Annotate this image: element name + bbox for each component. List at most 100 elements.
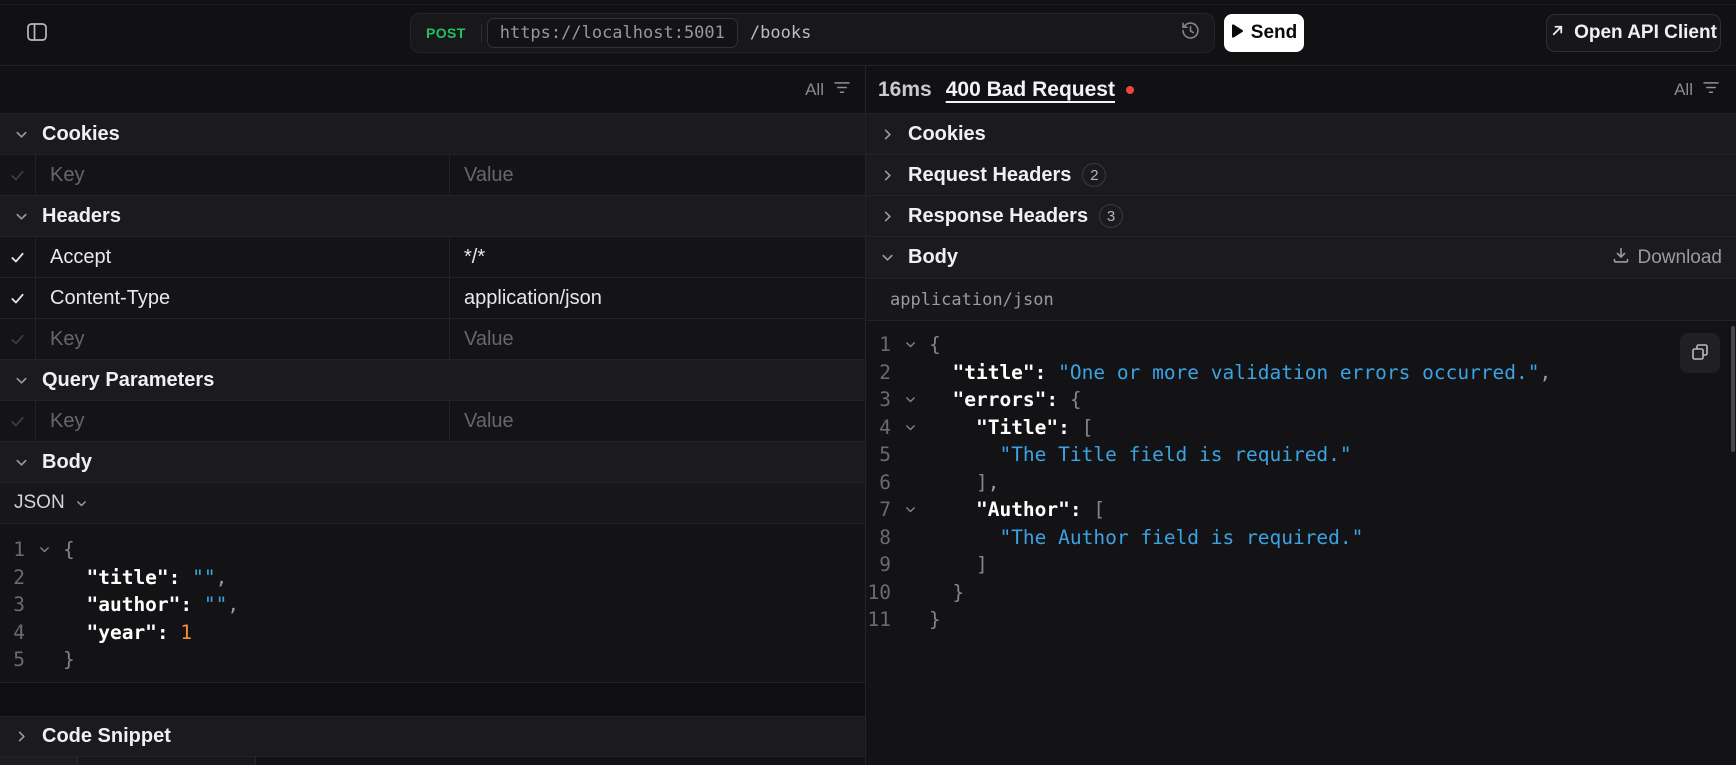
scrollbar-thumb[interactable] <box>1731 326 1735 452</box>
code-line: 11} <box>866 606 1736 634</box>
request-body-editor[interactable]: 1{2 "title": "", 3 "author": "", 4 "year":… <box>0 524 865 683</box>
row-key-input[interactable]: Key <box>36 155 450 195</box>
history-button[interactable] <box>1180 20 1201 46</box>
section-title: Cookies <box>908 122 986 145</box>
row-value-input[interactable]: Value <box>450 401 865 441</box>
top-bar: POST https://localhost:5001 /books Send … <box>0 0 1736 66</box>
line-number: 11 <box>867 608 891 631</box>
section-title: Code Snippet <box>42 725 171 747</box>
row-enabled-checkbox[interactable] <box>0 278 36 318</box>
http-method-badge[interactable]: POST <box>411 25 481 41</box>
fold-toggle-icon[interactable] <box>891 414 929 442</box>
fold-gutter <box>25 646 63 674</box>
section-header-body[interactable]: Body <box>0 442 865 483</box>
api-client-app: POST https://localhost:5001 /books Send … <box>0 0 1736 765</box>
path-input[interactable]: /books <box>750 23 811 43</box>
code-line: 7 "Author": [ <box>866 496 1736 524</box>
body-format-selector[interactable]: JSON <box>0 483 865 524</box>
row-enabled-checkbox[interactable] <box>0 401 36 441</box>
response-filter-button[interactable]: All <box>1674 80 1720 100</box>
open-api-client-label: Open API Client <box>1574 22 1717 43</box>
response-status-link[interactable]: 400 Bad Request <box>946 78 1115 102</box>
code-line: 3 "errors": { <box>866 386 1736 414</box>
fold-gutter <box>891 359 929 387</box>
download-icon <box>1612 246 1630 270</box>
send-label: Send <box>1250 22 1298 43</box>
line-number: 1 <box>13 538 25 561</box>
send-button[interactable]: Send <box>1224 14 1304 52</box>
section-header-request-headers[interactable]: Request Headers 2 <box>866 155 1736 196</box>
section-header-query-parameters[interactable]: Query Parameters <box>0 360 865 401</box>
row-value-input[interactable]: */* <box>450 237 865 277</box>
response-content-type: application/json <box>866 279 1736 321</box>
chevron-down-icon <box>75 497 88 510</box>
chevron-down-icon <box>14 373 29 388</box>
cookies-rows: Key Value <box>0 155 865 196</box>
format-selected-value: JSON <box>14 492 65 513</box>
fold-gutter <box>891 606 929 634</box>
section-title: Query Parameters <box>42 368 215 391</box>
headers-rows: Accept */* Content-Type application/json Key… <box>0 237 865 360</box>
fold-gutter <box>891 469 929 497</box>
section-title: Response Headers <box>908 204 1089 227</box>
row-enabled-checkbox[interactable] <box>0 237 36 277</box>
row-value-input[interactable]: Value <box>450 155 865 195</box>
line-number: 6 <box>879 470 891 494</box>
editor-spacer <box>0 683 865 717</box>
row-key-input[interactable]: Key <box>36 319 450 359</box>
line-number: 4 <box>13 620 25 644</box>
code-line: 10 } <box>866 579 1736 607</box>
window-top-divider <box>0 4 1736 5</box>
section-header-code-snippet[interactable]: Code Snippet <box>0 717 865 757</box>
line-number: 3 <box>13 593 25 616</box>
request-toolbar: All <box>0 66 865 114</box>
download-button[interactable]: Download <box>1612 246 1722 270</box>
code-snippet-partial-row <box>0 757 865 765</box>
count-badge: 2 <box>1082 163 1107 187</box>
base-url-input[interactable]: https://localhost:5001 <box>486 18 738 48</box>
fold-toggle-icon[interactable] <box>25 536 63 564</box>
code-line: 1{ <box>866 331 1736 359</box>
open-api-client-button[interactable]: Open API Client <box>1546 14 1721 52</box>
row-value-input[interactable]: Value <box>450 319 865 359</box>
row-key-input[interactable]: Accept <box>36 237 450 277</box>
row-enabled-checkbox[interactable] <box>0 319 36 359</box>
section-title: Request Headers <box>908 163 1072 186</box>
code-line: 1{ <box>0 536 865 564</box>
section-title: Body <box>42 450 92 473</box>
sidebar-toggle-button[interactable] <box>26 22 48 43</box>
section-header-response-headers[interactable]: Response Headers 3 <box>866 196 1736 237</box>
section-header-response-cookies[interactable]: Cookies <box>866 114 1736 155</box>
line-number: 10 <box>867 580 891 604</box>
query-parameter-rows: Key Value <box>0 401 865 442</box>
row-key-input[interactable]: Key <box>36 401 450 441</box>
line-number: 1 <box>879 333 891 356</box>
request-filter-button[interactable]: All <box>805 80 851 100</box>
fold-toggle-icon[interactable] <box>891 496 929 524</box>
response-panel: 16ms 400 Bad Request All Cookies Request… <box>866 66 1736 765</box>
chevron-down-icon <box>14 455 29 470</box>
row-enabled-checkbox[interactable] <box>0 155 36 195</box>
status-error-dot <box>1125 85 1134 94</box>
chevron-right-icon <box>880 209 895 224</box>
section-title: Cookies <box>42 122 120 145</box>
section-header-headers[interactable]: Headers <box>0 196 865 237</box>
row-value-input[interactable]: application/json <box>450 278 865 318</box>
address-bar: POST https://localhost:5001 /books <box>410 13 1215 53</box>
filter-all-label: All <box>1674 79 1693 99</box>
history-icon <box>1180 20 1201 46</box>
section-header-response-body[interactable]: Body Download <box>866 237 1736 279</box>
section-header-cookies[interactable]: Cookies <box>0 114 865 155</box>
fold-toggle-icon[interactable] <box>891 331 929 359</box>
fold-toggle-icon[interactable] <box>891 386 929 414</box>
line-number: 8 <box>879 525 891 549</box>
copy-button[interactable] <box>1680 333 1720 373</box>
line-number: 9 <box>879 553 891 576</box>
response-body-viewer[interactable]: 1{2 "title": "One or more validation err… <box>866 321 1736 765</box>
filter-icon <box>1702 80 1720 100</box>
address-divider <box>480 24 482 42</box>
request-panel: All Cookies Key Value Headers Accept */*… <box>0 66 866 765</box>
row-key-input[interactable]: Content-Type <box>36 278 450 318</box>
section-title: Body <box>908 246 958 268</box>
count-badge: 3 <box>1099 204 1124 228</box>
